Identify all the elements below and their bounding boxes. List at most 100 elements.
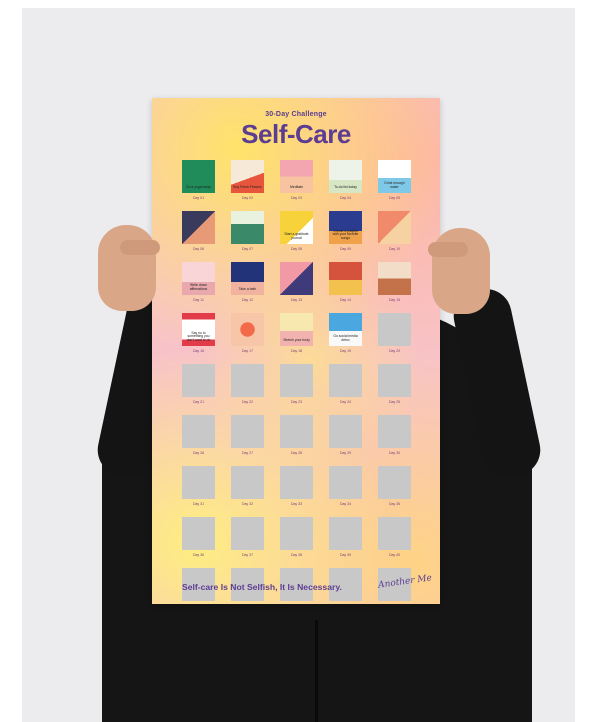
day-cell: Buy Fresh Flowers Day 02 bbox=[231, 160, 264, 202]
day-label: Day 14 bbox=[339, 298, 352, 302]
left-hand bbox=[98, 225, 156, 311]
day-label: Day 33 bbox=[290, 502, 303, 506]
day-cell: Day 29 bbox=[329, 415, 362, 457]
day-cell: Start a gratitude journal Day 08 bbox=[280, 211, 313, 253]
day-label: Day 01 bbox=[192, 196, 205, 200]
tile-caption: Stretch your body bbox=[283, 338, 310, 343]
day-label: Day 19 bbox=[339, 349, 352, 353]
tile-caption: To-do list today bbox=[334, 185, 357, 190]
tile-caption: Take a bath bbox=[238, 287, 257, 292]
day-label: Day 44 bbox=[329, 603, 362, 604]
day-cell: Day 14 bbox=[329, 262, 362, 304]
day-label: Day 31 bbox=[192, 502, 205, 506]
illustration-tile bbox=[231, 313, 264, 346]
day-cell: Day 32 bbox=[231, 466, 264, 508]
illustration-tile: Write down affirmations bbox=[182, 262, 215, 295]
day-label: Day 39 bbox=[339, 553, 352, 557]
illustration-tile bbox=[182, 211, 215, 244]
empty-tile bbox=[378, 466, 411, 499]
day-cell: Day 17 bbox=[231, 313, 264, 355]
day-label: Day 38 bbox=[290, 553, 303, 557]
tile-caption: Write down affirmations bbox=[189, 283, 208, 292]
day-cell: Go social media detox Day 19 bbox=[329, 313, 362, 355]
poster-footer: Self-care Is Not Selfish, It Is Necessar… bbox=[182, 582, 342, 592]
day-label: Day 24 bbox=[339, 400, 352, 404]
day-cell: Day 25 bbox=[378, 364, 411, 406]
day-label: Day 15 bbox=[388, 298, 401, 302]
empty-tile bbox=[378, 364, 411, 397]
day-label: Day 45 bbox=[378, 603, 411, 604]
day-label: Day 26 bbox=[192, 451, 205, 455]
tile-caption: Create a playlist with your favorite son… bbox=[332, 228, 359, 241]
tile-caption: Say no to something you don't want to do bbox=[186, 330, 211, 343]
day-cell: Day 33 bbox=[280, 466, 313, 508]
day-cell: Day 10 bbox=[378, 211, 411, 253]
day-cell: Day 39 bbox=[329, 517, 362, 559]
day-cell: Day 27 bbox=[231, 415, 264, 457]
day-cell: Day 07 bbox=[231, 211, 264, 253]
illustration-tile: Buy Fresh Flowers bbox=[231, 160, 264, 193]
day-label: Day 07 bbox=[241, 247, 254, 251]
day-cell: Day 06 bbox=[182, 211, 215, 253]
day-label: Day 03 bbox=[290, 196, 303, 200]
day-label: Day 36 bbox=[192, 553, 205, 557]
day-label: Day 28 bbox=[290, 451, 303, 455]
empty-tile bbox=[182, 466, 215, 499]
day-cell: Day 37 bbox=[231, 517, 264, 559]
day-cell: Day 13 bbox=[280, 262, 313, 304]
day-label: Day 23 bbox=[290, 400, 303, 404]
day-label: Day 43 bbox=[280, 603, 313, 604]
illustration-tile: Start a gratitude journal bbox=[280, 211, 313, 244]
illustration-tile: Do a yoga today bbox=[182, 160, 215, 193]
day-cell: Day 15 bbox=[378, 262, 411, 304]
day-cell: Day 35 bbox=[378, 466, 411, 508]
day-cell: Day 26 bbox=[182, 415, 215, 457]
tile-caption: Do a yoga today bbox=[186, 185, 211, 190]
empty-tile bbox=[378, 415, 411, 448]
left-thumb bbox=[120, 240, 160, 255]
day-cell: Say no to something you don't want to do… bbox=[182, 313, 215, 355]
day-label: Day 11 bbox=[193, 298, 204, 302]
day-label: Day 08 bbox=[290, 247, 303, 251]
person-legs bbox=[315, 620, 318, 722]
illustration-tile bbox=[280, 262, 313, 295]
day-cell: Day 36 bbox=[182, 517, 215, 559]
illustration-tile: Say no to something you don't want to do bbox=[182, 313, 215, 346]
day-label: Day 42 bbox=[231, 603, 264, 604]
day-label: Day 06 bbox=[192, 247, 205, 251]
day-cell: Day 38 bbox=[280, 517, 313, 559]
challenge-grid: Do a yoga today Day 01 Buy Fresh Flowers Da… bbox=[182, 160, 414, 604]
illustration-tile: Stretch your body bbox=[280, 313, 313, 346]
day-cell: Write down affirmations Day 11 bbox=[182, 262, 215, 304]
day-cell: Day 28 bbox=[280, 415, 313, 457]
day-cell: Take a bath Day 12 bbox=[231, 262, 264, 304]
empty-tile bbox=[182, 517, 215, 550]
illustration-tile: Drink enough water bbox=[378, 160, 411, 193]
day-label: Day 16 bbox=[192, 349, 205, 353]
day-label: Day 13 bbox=[290, 298, 303, 302]
day-label: Day 10 bbox=[388, 247, 401, 251]
empty-tile bbox=[329, 517, 362, 550]
day-cell: Day 21 bbox=[182, 364, 215, 406]
empty-tile bbox=[231, 415, 264, 448]
empty-tile bbox=[280, 517, 313, 550]
day-label: Day 41 bbox=[182, 603, 215, 604]
illustration-tile: To-do list today bbox=[329, 160, 362, 193]
tile-caption: Start a gratitude journal bbox=[284, 232, 309, 241]
day-cell: Day 24 bbox=[329, 364, 362, 406]
day-label: Day 02 bbox=[241, 196, 254, 200]
day-label: Day 29 bbox=[339, 451, 352, 455]
day-label: Day 34 bbox=[339, 502, 352, 506]
day-label: Day 37 bbox=[241, 553, 254, 557]
day-cell: Day 20 bbox=[378, 313, 411, 355]
day-cell: Stretch your body Day 18 bbox=[280, 313, 313, 355]
day-cell: Create a playlist with your favorite son… bbox=[329, 211, 362, 253]
empty-tile bbox=[231, 466, 264, 499]
day-cell: Do a yoga today Day 01 bbox=[182, 160, 215, 202]
day-label: Day 30 bbox=[388, 451, 401, 455]
empty-tile bbox=[231, 364, 264, 397]
empty-tile bbox=[378, 517, 411, 550]
illustration-tile bbox=[378, 211, 411, 244]
empty-tile bbox=[329, 466, 362, 499]
empty-tile bbox=[329, 415, 362, 448]
